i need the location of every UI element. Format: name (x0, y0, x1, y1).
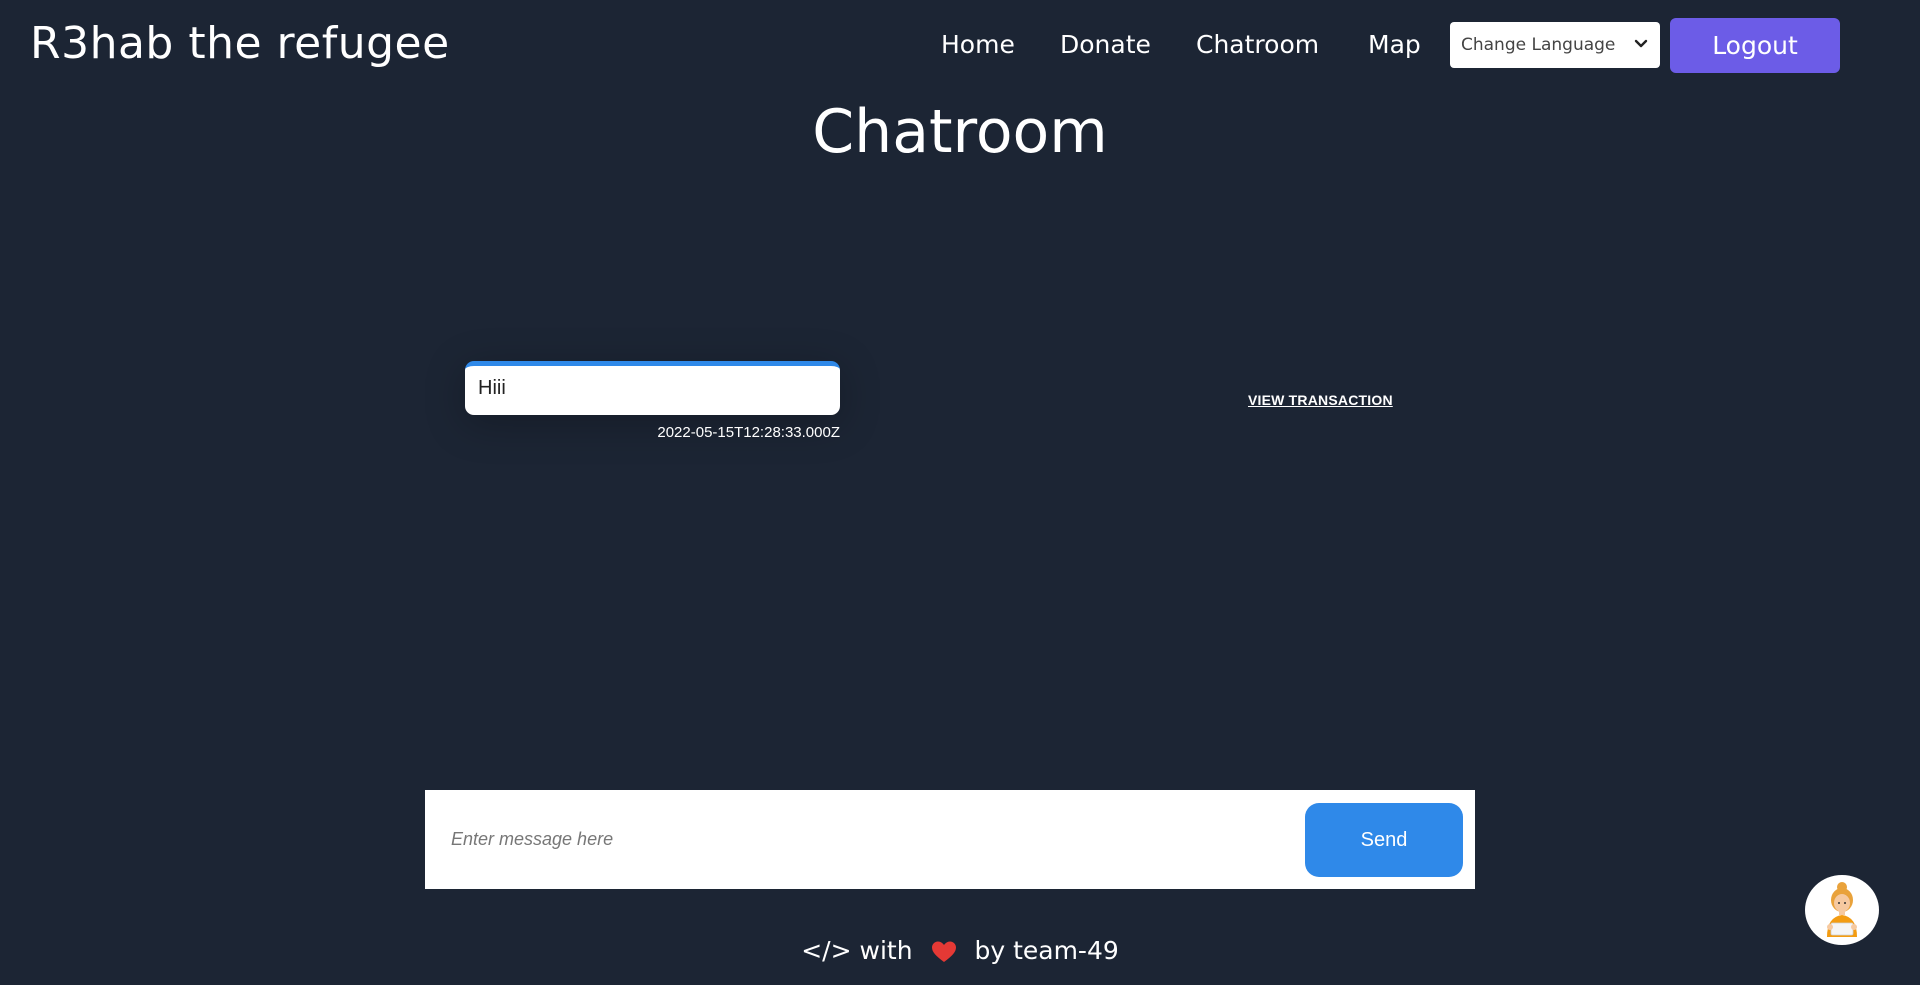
chevron-down-icon (1634, 39, 1648, 48)
nav-link-home[interactable]: Home (941, 28, 1015, 62)
nav-link-chatroom[interactable]: Chatroom (1196, 28, 1319, 62)
nav-link-map[interactable]: Map (1368, 28, 1421, 62)
language-select-label: Change Language (1461, 35, 1616, 55)
message-bubble: Hiii (465, 361, 840, 415)
message-text: Hiii (478, 377, 506, 399)
footer-prefix: </> with (801, 936, 913, 965)
send-button[interactable]: Send (1305, 803, 1463, 877)
heart-icon (931, 941, 956, 962)
footer-suffix: by team-49 (974, 936, 1119, 965)
brand-title[interactable]: R3hab the refugee (30, 16, 450, 72)
message-composer: Send (425, 790, 1475, 889)
page-title: Chatroom (812, 97, 1108, 167)
language-select[interactable]: Change Language (1450, 22, 1660, 68)
nav-link-donate[interactable]: Donate (1060, 28, 1151, 62)
assistant-avatar-icon (1827, 882, 1857, 937)
assistant-chat-button[interactable] (1805, 875, 1879, 945)
logout-button[interactable]: Logout (1670, 18, 1840, 73)
message-timestamp: 2022-05-15T12:28:33.000Z (657, 424, 840, 441)
navbar: R3hab the refugee Home Donate Chatroom M… (0, 0, 1920, 92)
footer: </> with by team-49 (0, 934, 1920, 968)
view-transaction-link[interactable]: VIEW TRANSACTION (1248, 392, 1393, 408)
message-input[interactable] (449, 818, 1243, 860)
